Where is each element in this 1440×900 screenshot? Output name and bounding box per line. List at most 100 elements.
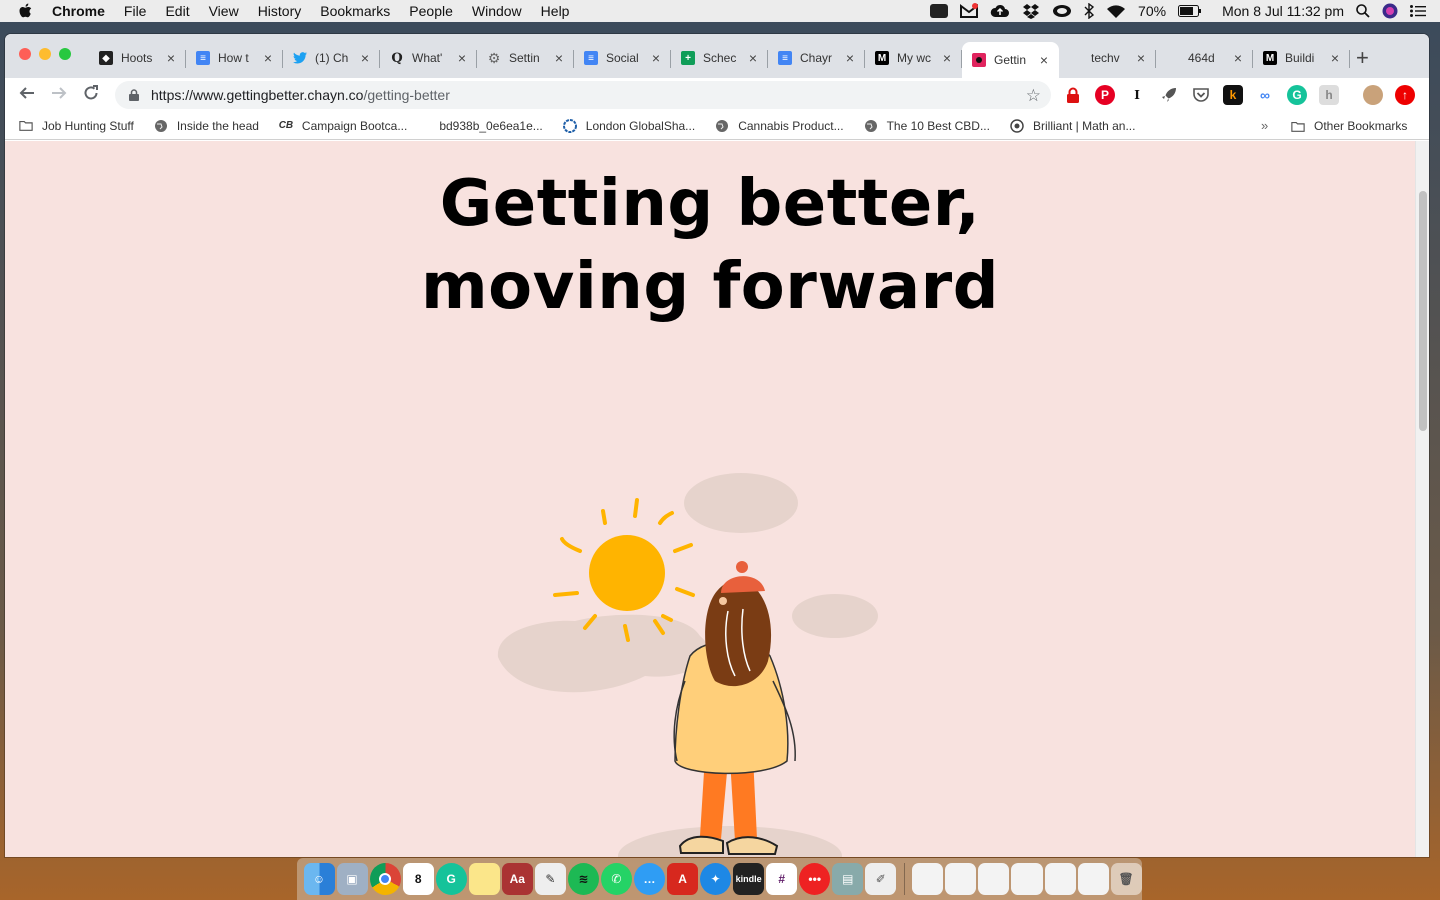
tab-techv[interactable]: techv × [1059,42,1156,74]
close-tab-icon[interactable]: × [1037,53,1051,67]
bookmark-job-hunting[interactable]: Job Hunting Stuff [19,119,134,133]
tab-hootsuite[interactable]: ◆ Hoots × [89,42,186,74]
close-tab-icon[interactable]: × [455,51,469,65]
acrobat-icon[interactable]: A [667,863,699,895]
creative-cloud-icon[interactable] [1052,4,1072,18]
bookmark-brilliant[interactable]: Brilliant | Math an... [1010,119,1135,133]
menu-edit[interactable]: Edit [165,3,189,19]
trash-icon[interactable]: 🗑 [1110,863,1142,895]
update-arrow-icon[interactable]: ↑ [1395,85,1415,105]
spotify-icon[interactable]: ≋ [567,863,599,895]
bookmark-inside-the-head[interactable]: Inside the head [154,119,259,133]
close-tab-icon[interactable]: × [552,51,566,65]
gmail-notifier-icon[interactable] [960,3,979,19]
grammarly-app-icon[interactable]: G [435,863,467,895]
spotlight-search-icon[interactable] [1356,4,1370,18]
document-thumbnail-icon[interactable] [945,863,977,895]
battery-icon[interactable] [1178,5,1202,17]
reload-button[interactable] [80,84,102,106]
vertical-scrollbar[interactable] [1415,141,1429,857]
notes-icon[interactable] [468,863,500,895]
dictionary-icon[interactable]: Aa [501,863,533,895]
bookmark-london-globalshapers[interactable]: London GlobalSha... [562,118,695,133]
back-button[interactable] [16,84,38,106]
dropbox-icon[interactable] [1022,3,1040,19]
cloud-upload-icon[interactable] [990,4,1010,18]
zoom-window-button[interactable] [59,48,71,60]
menu-window[interactable]: Window [472,3,522,19]
profile-avatar[interactable] [1363,85,1383,105]
scrollbar-thumb[interactable] [1419,191,1427,431]
tab-google-doc-how[interactable]: ≡ How t × [186,42,283,74]
photo-app-icon[interactable]: ▤ [832,863,864,895]
document-thumbnail-icon[interactable] [978,863,1010,895]
bookmark-campaign-bootcamp[interactable]: CB Campaign Bootca... [279,119,408,133]
rocket-icon[interactable] [1159,85,1179,105]
tab-google-doc-chayn[interactable]: ≡ Chayr × [768,42,865,74]
close-tab-icon[interactable]: × [940,51,954,65]
pinterest-icon[interactable]: P [1095,85,1115,105]
notification-center-icon[interactable] [1410,5,1426,17]
close-tab-icon[interactable]: × [164,51,178,65]
close-tab-icon[interactable]: × [843,51,857,65]
close-tab-icon[interactable]: × [1231,51,1245,65]
close-tab-icon[interactable]: × [746,51,760,65]
textedit-icon[interactable]: ✎ [534,863,566,895]
tab-464d[interactable]: 464d × [1156,42,1253,74]
close-tab-icon[interactable]: × [358,51,372,65]
whatsapp-icon[interactable]: ✆ [600,863,632,895]
grammarly-icon[interactable]: G [1287,85,1307,105]
bookmark-star-icon[interactable]: ☆ [1026,86,1041,106]
close-tab-icon[interactable]: × [1328,51,1342,65]
calendar-icon[interactable]: 8 [402,863,434,895]
menu-file[interactable]: File [124,3,147,19]
dots-app-icon[interactable]: ••• [799,863,831,895]
tab-twitter[interactable]: (1) Ch × [283,42,380,74]
document-thumbnail-icon[interactable] [1044,863,1076,895]
kindle-k-icon[interactable]: k [1223,85,1243,105]
new-tab-button[interactable]: + [1356,47,1369,69]
menu-help[interactable]: Help [541,3,570,19]
wifi-icon[interactable] [1106,4,1126,19]
tab-google-doc-social[interactable]: ≡ Social × [574,42,671,74]
menu-people[interactable]: People [409,3,453,19]
pocket-icon[interactable] [1191,85,1211,105]
minimize-window-button[interactable] [39,48,51,60]
menu-app-name[interactable]: Chrome [52,3,105,19]
tab-medium-building[interactable]: M Buildi × [1253,42,1350,74]
document-thumbnail-icon[interactable] [1011,863,1043,895]
instapaper-icon[interactable]: I [1127,85,1147,105]
document-thumbnail-icon[interactable] [912,863,944,895]
tab-quora[interactable]: Q What' × [380,42,477,74]
tab-settings[interactable]: ⚙ Settin × [477,42,574,74]
messages-icon[interactable]: … [633,863,666,895]
other-bookmarks-folder[interactable]: Other Bookmarks [1291,112,1407,140]
tab-google-sheet-schedule[interactable]: + Schec × [671,42,768,74]
glasses-icon[interactable]: ∞ [1255,85,1275,105]
bookmark-10-best-cbd[interactable]: The 10 Best CBD... [864,119,990,133]
document-thumbnail-icon[interactable] [1077,863,1109,895]
apple-icon[interactable] [18,3,32,19]
chrome-icon[interactable] [369,863,401,895]
menu-history[interactable]: History [258,3,302,19]
lastpass-lock-icon[interactable] [1063,85,1083,105]
menu-bar-clock[interactable]: Mon 8 Jul 11:32 pm [1222,3,1344,19]
bluetooth-icon[interactable] [1084,3,1095,19]
tab-getting-better-active[interactable]: Gettin × [962,42,1059,78]
battery-percentage[interactable]: 70% [1138,3,1166,19]
script-editor-icon[interactable]: ✐ [865,863,897,895]
bookmark-bd938b[interactable]: bd938b_0e6ea1e... [439,119,542,133]
preview-icon[interactable]: ▣ [336,863,368,895]
siri-icon[interactable] [1382,3,1398,19]
safari-icon[interactable]: ✦ [700,863,732,895]
menu-bookmarks[interactable]: Bookmarks [320,3,390,19]
close-tab-icon[interactable]: × [261,51,275,65]
tab-medium-my-work[interactable]: M My wc × [865,42,962,74]
slack-icon[interactable]: # [766,863,798,895]
menu-view[interactable]: View [209,3,239,19]
close-window-button[interactable] [19,48,31,60]
close-tab-icon[interactable]: × [1134,51,1148,65]
address-bar[interactable]: https://www.gettingbetter.chayn.co/getti… [115,81,1051,109]
forward-button[interactable] [48,84,70,106]
close-tab-icon[interactable]: × [649,51,663,65]
